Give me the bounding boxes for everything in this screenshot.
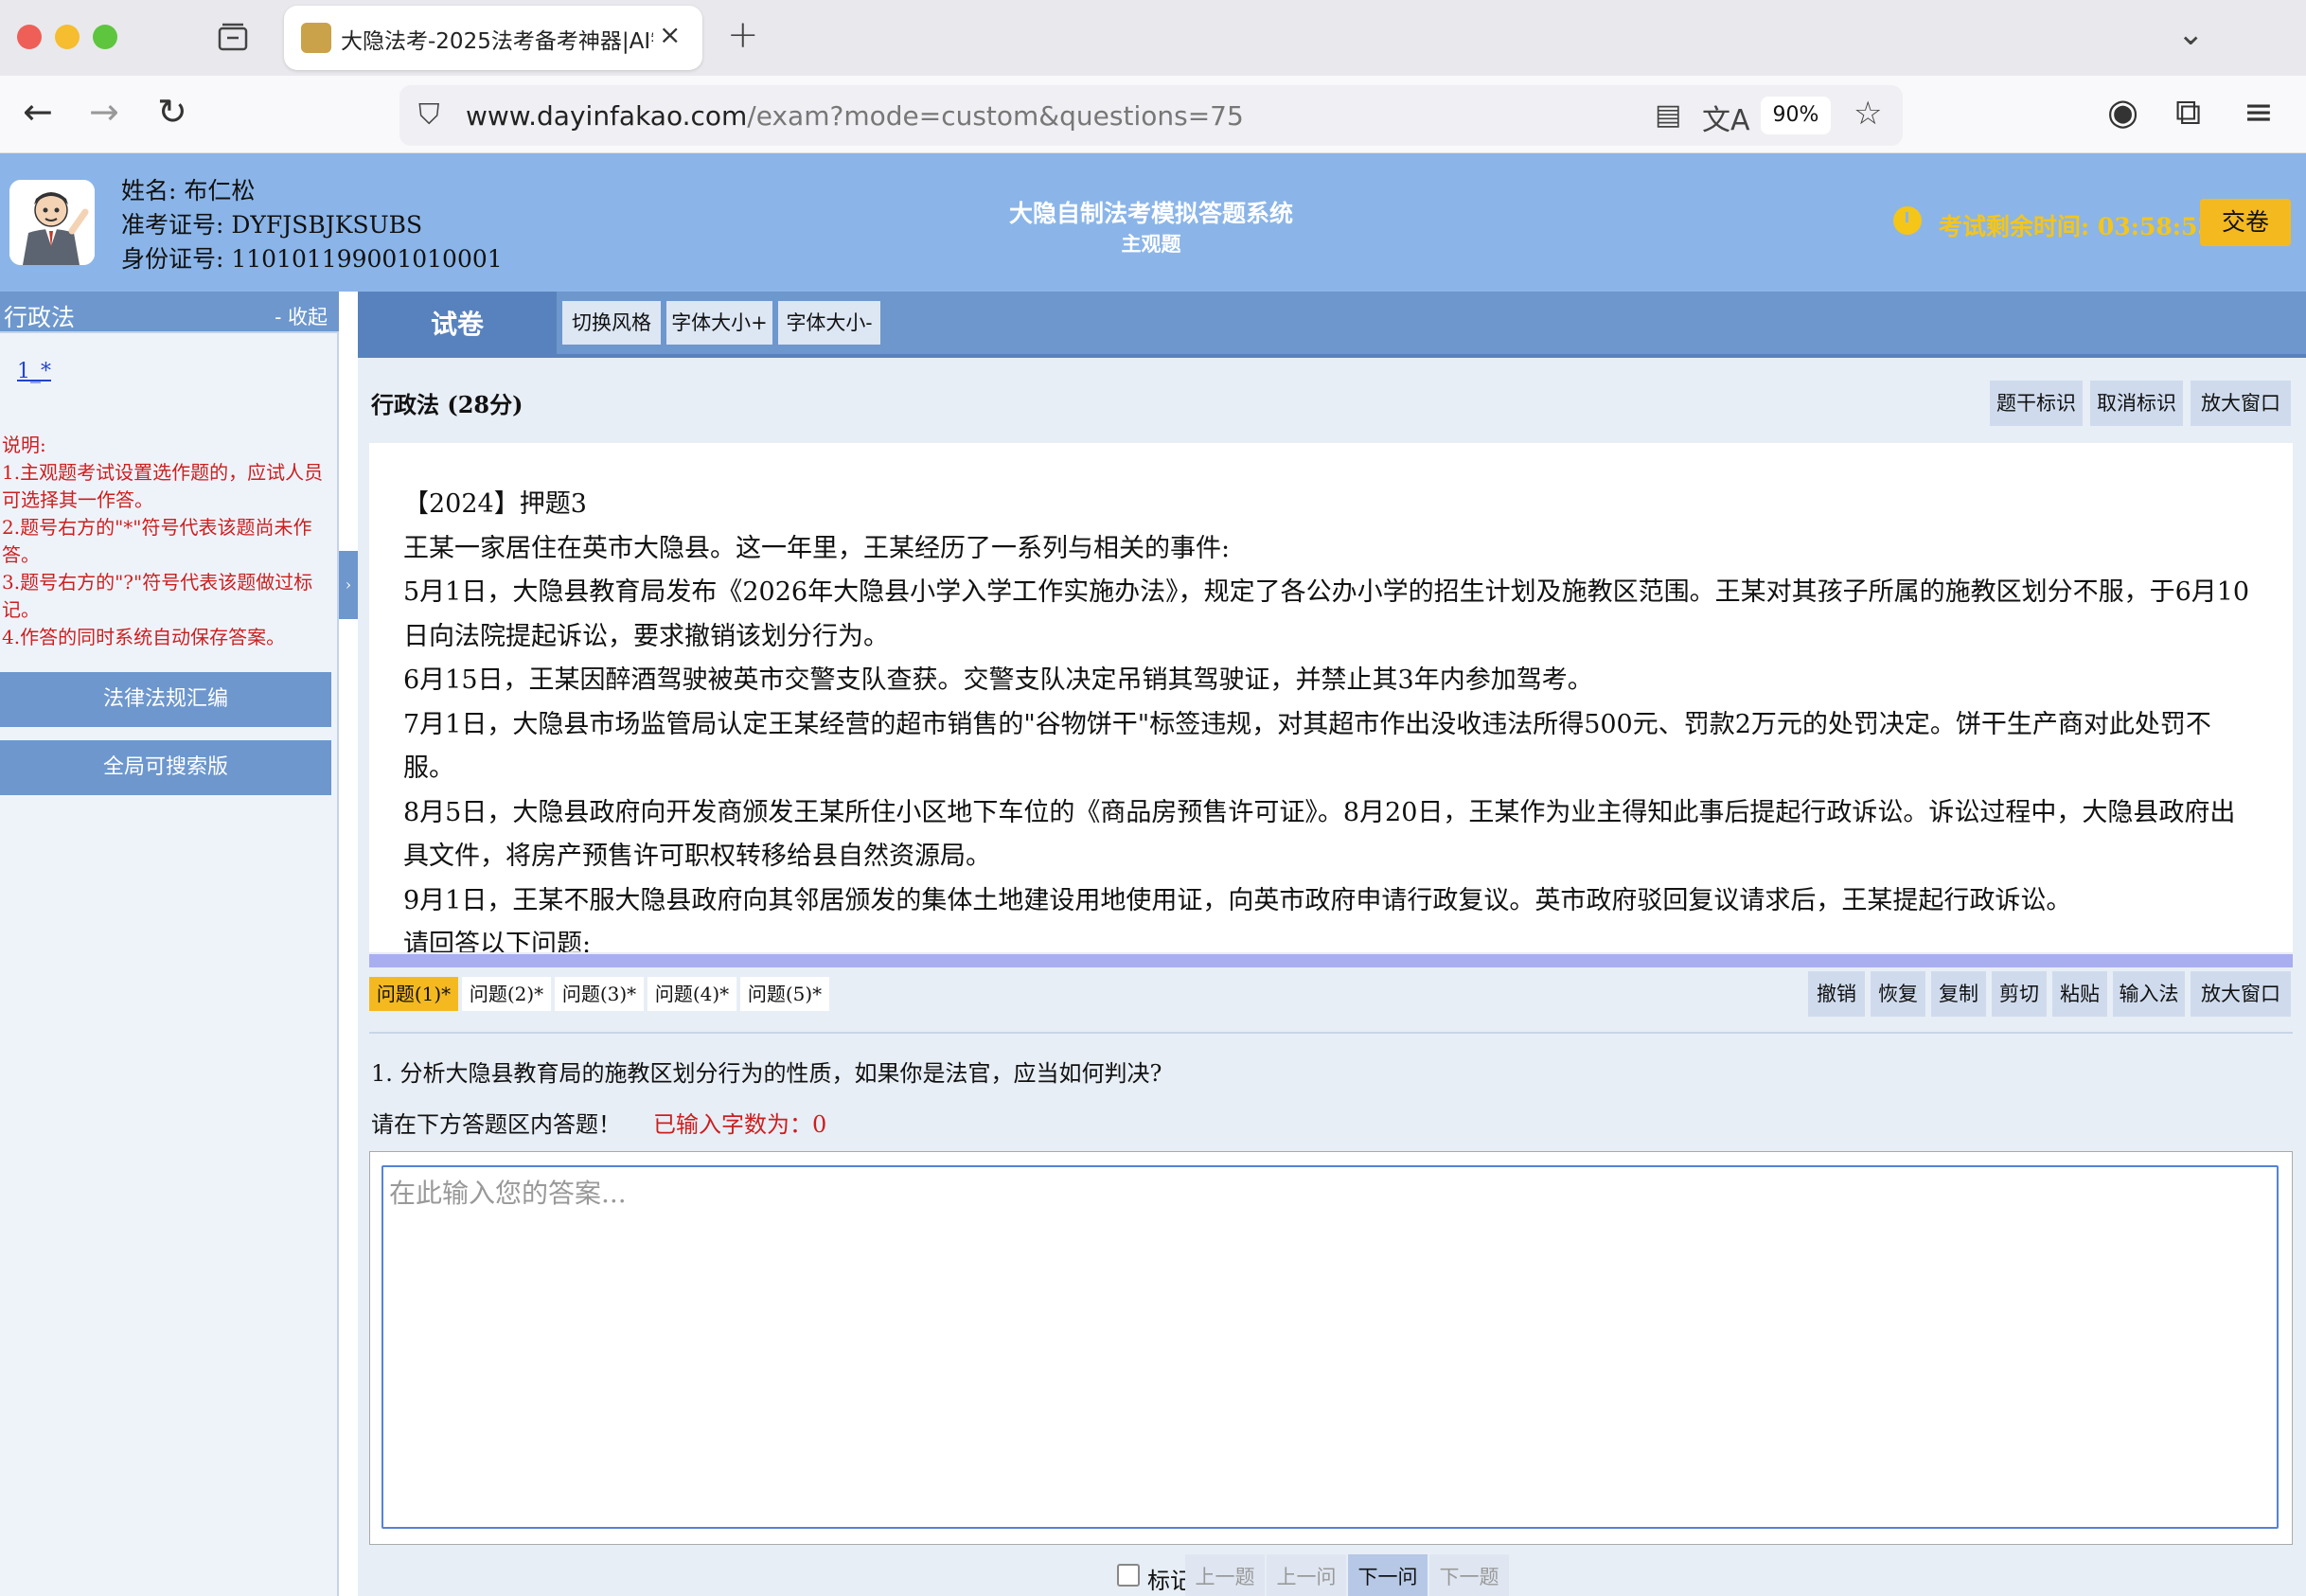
instruction-line: 说明:	[2, 434, 46, 456]
copy-button[interactable]: 复制	[1931, 971, 1986, 1017]
candidate-info: 姓名: 布仁松 准考证号: DYFJSBJKSUBS 身份证号: 1101011…	[121, 174, 503, 276]
mark-checkbox[interactable]	[1117, 1564, 1140, 1587]
answer-area	[369, 1151, 2293, 1545]
url-text[interactable]: www.dayinfakao.com/exam?mode=custom&ques…	[466, 100, 1244, 132]
stem-paragraph: 7月1日，大隐县市场监管局认定王某经营的超市销售的"谷物饼干"标签违规，对其超市…	[403, 709, 2211, 784]
url-bar[interactable]: ⛉ www.dayinfakao.com/exam?mode=custom&qu…	[399, 85, 1903, 146]
tab-list-chevron-down-icon[interactable]: ⌄	[2177, 15, 2205, 53]
next-question-button[interactable]: 下一问	[1348, 1554, 1428, 1596]
question-text: 1. 分析大隐县教育局的施教区划分行为的性质，如果你是法官，应当如何判决?	[371, 1060, 1162, 1087]
answer-textarea[interactable]	[381, 1165, 2279, 1529]
tab-question-3[interactable]: 问题(3)*	[555, 977, 644, 1011]
stem-paragraph: 6月15日，王某因醉酒驾驶被英市交警支队查获。交警支队决定吊销其驾驶证，并禁止其…	[403, 665, 1593, 695]
section-heading: 行政法 (28分)	[371, 391, 523, 418]
stem-paragraph: 8月5日，大隐县政府向开发商颁发王某所住小区地下车位的《商品房预售许可证》。8月…	[403, 797, 2236, 872]
candidate-name: 姓名: 布仁松	[121, 177, 256, 204]
input-method-button[interactable]: 输入法	[2113, 971, 2185, 1017]
tab-title: 大隐法考-2025法考备考神器|AI智	[341, 29, 653, 54]
redo-button[interactable]: 恢复	[1871, 971, 1925, 1017]
global-search-button[interactable]: 全局可搜索版	[0, 740, 331, 795]
sidebar-toggle-chevron-icon[interactable]: ›	[339, 551, 358, 619]
extensions-puzzle-icon[interactable]: ⧉	[2175, 91, 2201, 133]
avatar	[9, 180, 95, 265]
answer-enlarge-button[interactable]: 放大窗口	[2191, 971, 2291, 1017]
tab-question-5[interactable]: 问题(5)*	[740, 977, 829, 1011]
candidate-id-no: 身份证号: 110101199001010001	[121, 245, 503, 273]
question-link-1[interactable]: 1_*	[17, 360, 51, 383]
stem-paragraph: 请回答以下问题:	[403, 930, 592, 952]
sidebar-collapse-button[interactable]: - 收起	[275, 302, 328, 330]
paste-button[interactable]: 粘贴	[2052, 971, 2107, 1017]
font-decrease-button[interactable]: 字体大小-	[778, 301, 880, 345]
prev-question-button[interactable]: 上一问	[1267, 1554, 1346, 1596]
instruction-line: 3.题号右方的"?"符号代表该题做过标记。	[2, 571, 313, 621]
switch-style-button[interactable]: 切换风格	[562, 301, 661, 345]
tab-overview-icon[interactable]	[214, 19, 252, 57]
laws-compilation-button[interactable]: 法律法规汇编	[0, 672, 331, 727]
instruction-line: 1.主观题考试设置选作题的，应试人员可选择其一作答。	[2, 461, 324, 511]
tab-question-2[interactable]: 问题(2)*	[462, 977, 551, 1011]
stem-paragraph: 【2024】押题3	[403, 489, 587, 519]
cut-button[interactable]: 剪切	[1992, 971, 2047, 1017]
prev-topic-button[interactable]: 上一题	[1185, 1554, 1265, 1596]
stem-enlarge-button[interactable]: 放大窗口	[2191, 381, 2291, 426]
char-count: 已输入字数为：0	[653, 1111, 827, 1138]
browser-nav-bar: ← → ↻ ⛉ www.dayinfakao.com/exam?mode=cus…	[0, 76, 2306, 153]
question-stem-panel[interactable]: 【2024】押题3 王某一家居住在英市大隐县。这一年里，王某经历了一系列与相关的…	[369, 443, 2293, 952]
answer-prompt: 请在下方答题区内答题！	[371, 1111, 621, 1138]
question-navigation: 标记 上一题 上一问 下一问 下一题	[358, 1554, 2306, 1596]
browser-tab-bar: 大隐法考-2025法考备考神器|AI智 × + ⌄	[0, 0, 2306, 76]
system-subtitle: 主观题	[1121, 232, 1181, 256]
forward-arrow-icon[interactable]: →	[89, 91, 119, 133]
paper-label: 试卷	[358, 292, 557, 358]
hamburger-menu-icon[interactable]: ≡	[2244, 91, 2274, 133]
stem-paragraph: 王某一家居住在英市大隐县。这一年里，王某经历了一系列与相关的事件:	[403, 533, 1231, 563]
question-stem: 【2024】押题3 王某一家居住在英市大隐县。这一年里，王某经历了一系列与相关的…	[403, 483, 2259, 952]
tracking-shield-icon[interactable]: ⛉	[418, 98, 440, 132]
translate-icon[interactable]: 文A	[1702, 97, 1750, 138]
stem-resize-handle[interactable]	[369, 954, 2293, 967]
sidebar-header: 行政法 - 收起	[0, 292, 339, 333]
stem-unmark-button[interactable]: 取消标识	[2090, 381, 2183, 426]
window-maximize-button[interactable]	[93, 25, 117, 49]
next-topic-button[interactable]: 下一题	[1429, 1554, 1509, 1596]
site-favicon-icon	[301, 23, 331, 53]
browser-tab-active[interactable]: 大隐法考-2025法考备考神器|AI智 ×	[284, 6, 702, 70]
exam-header: 姓名: 布仁松 准考证号: DYFJSBJKSUBS 身份证号: 1101011…	[0, 153, 2306, 292]
paper-toolbar: 试卷 切换风格 字体大小+ 字体大小-	[358, 292, 2306, 358]
clock-icon	[1893, 206, 1922, 235]
system-title: 大隐自制法考模拟答题系统	[1008, 200, 1293, 227]
stem-paragraph: 5月1日，大隐县教育局发布《2026年大隐县小学入学工作实施办法》，规定了各公办…	[403, 577, 2250, 651]
reload-icon[interactable]: ↻	[157, 91, 187, 133]
account-icon[interactable]: ◉	[2107, 91, 2138, 133]
exam-timer: 考试剩余时间: 03:58:53	[1939, 213, 2214, 240]
sidebar: 行政法 - 收起 1_* 说明: 1.主观题考试设置选作题的，应试人员可选择其一…	[0, 292, 339, 1596]
tab-close-icon[interactable]: ×	[659, 19, 681, 50]
tab-question-1[interactable]: 问题(1)*	[369, 977, 458, 1011]
candidate-admission-no: 准考证号: DYFJSBJKSUBS	[121, 211, 423, 239]
exam-main: 试卷 切换风格 字体大小+ 字体大小- 行政法 (28分) 题干标识 取消标识 …	[358, 292, 2306, 1596]
undo-button[interactable]: 撤销	[1808, 971, 1865, 1017]
window-minimize-button[interactable]	[55, 25, 80, 49]
submit-exam-button[interactable]: 交卷	[2200, 199, 2291, 246]
stem-paragraph: 9月1日，王某不服大隐县政府向其邻居颁发的集体土地建设用地使用证，向英市政府申请…	[403, 885, 2072, 915]
divider	[369, 1032, 2293, 1034]
stem-mark-button[interactable]: 题干标识	[1990, 381, 2083, 426]
bookmark-star-icon[interactable]: ☆	[1854, 95, 1882, 133]
reader-view-icon[interactable]: ▤	[1655, 98, 1681, 132]
sidebar-title: 行政法	[4, 304, 76, 331]
zoom-level-badge[interactable]: 90%	[1761, 97, 1831, 134]
instructions: 说明: 1.主观题考试设置选作题的，应试人员可选择其一作答。 2.题号右方的"*…	[2, 432, 333, 651]
new-tab-plus-icon[interactable]: +	[727, 13, 759, 57]
instruction-line: 2.题号右方的"*"符号代表该题尚未作答。	[2, 516, 312, 566]
font-increase-button[interactable]: 字体大小+	[666, 301, 772, 345]
tab-question-4[interactable]: 问题(4)*	[647, 977, 736, 1011]
instruction-line: 4.作答的同时系统自动保存答案。	[2, 626, 286, 648]
back-arrow-icon[interactable]: ←	[23, 91, 53, 133]
window-close-button[interactable]	[17, 25, 42, 49]
